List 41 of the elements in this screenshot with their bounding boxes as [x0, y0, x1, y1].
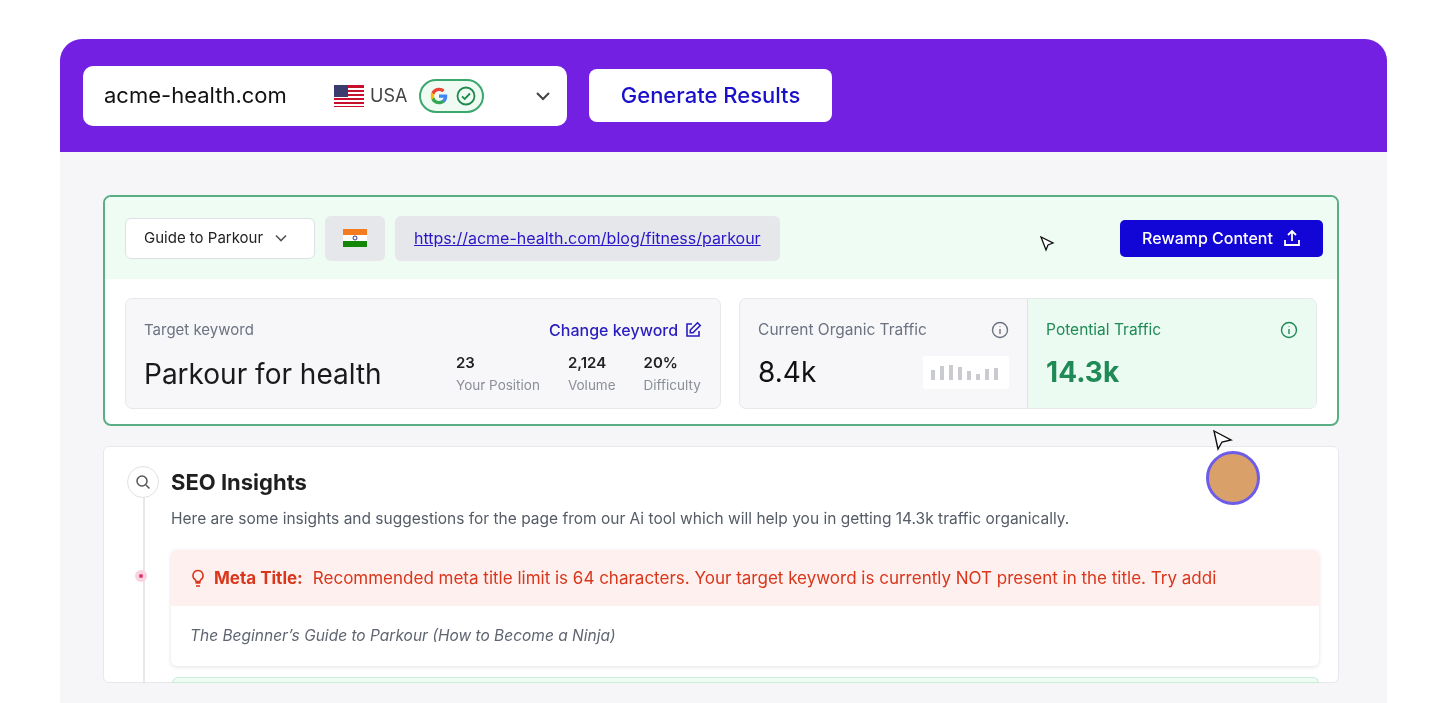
- info-icon[interactable]: [1280, 320, 1298, 339]
- country-flag-button[interactable]: [325, 215, 385, 261]
- info-icon[interactable]: [991, 320, 1010, 339]
- insight-label: Meta Title:: [214, 566, 303, 590]
- page-select[interactable]: Guide to Parkour: [125, 217, 315, 259]
- insights-description: Here are some insights and suggestions for the page from our Ai tool which will help you in getting 14.3k traffic organically.: [171, 508, 1071, 530]
- generate-results-button[interactable]: Generate Results: [589, 69, 832, 122]
- page-select-text: Guide to Parkour: [144, 226, 264, 249]
- current-title-text: The Beginner’s Guide to Parkour (How to Become a Ninja): [189, 625, 617, 648]
- insights-title: SEO Insights: [171, 468, 307, 497]
- upload-icon: [1282, 229, 1301, 247]
- domain-select[interactable]: acme-health.com USA: [83, 65, 567, 126]
- change-keyword-link[interactable]: Change keyword: [549, 318, 679, 342]
- stat-value: 2,124: [567, 352, 608, 374]
- traffic-label: Potential Traffic: [1046, 319, 1162, 341]
- check-circle-icon: [455, 85, 476, 106]
- keyword-text: Parkour for health: [144, 355, 383, 393]
- stat-label: Difficulty: [643, 375, 701, 395]
- stat-value: 23: [456, 352, 476, 374]
- chevron-down-icon: [535, 90, 551, 101]
- stat-value: 20%: [643, 352, 679, 374]
- edit-icon: [684, 321, 703, 339]
- target-keyword-label: Target keyword: [144, 318, 254, 341]
- chevron-down-icon: [275, 234, 288, 242]
- search-icon: [135, 474, 151, 490]
- domain-text: acme-health.com: [104, 81, 288, 110]
- stat-label: Volume: [567, 375, 616, 395]
- us-flag-icon: [334, 84, 364, 107]
- traffic-value: 8.4k: [758, 354, 817, 392]
- url-field[interactable]: https://acme-health.com/blog/fitness/parkour: [395, 215, 780, 261]
- avatar: [1206, 451, 1260, 505]
- url-link[interactable]: https://acme-health.com/blog/fitness/parkour: [414, 226, 761, 250]
- traffic-label: Current Organic Traffic: [758, 319, 927, 341]
- insight-message: Recommended meta title limit is 64 characters. Your target keyword is currently NOT present in the title. Try addi: [312, 566, 1217, 590]
- country-text: USA: [370, 84, 408, 108]
- traffic-value: 14.3k: [1046, 354, 1120, 392]
- lightbulb-icon: [190, 569, 206, 588]
- rewamp-content-button[interactable]: Rewamp Content: [1120, 219, 1323, 257]
- india-flag-icon: [343, 229, 367, 247]
- cursor-icon: [1039, 236, 1056, 252]
- stat-label: Your Position: [456, 375, 540, 395]
